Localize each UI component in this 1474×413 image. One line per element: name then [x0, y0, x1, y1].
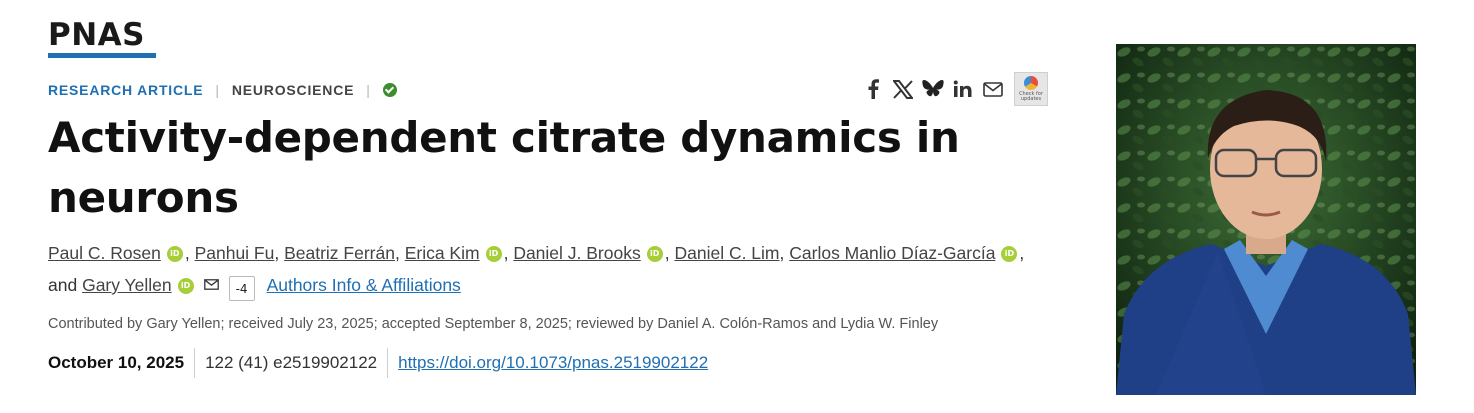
author-link[interactable]: Daniel C. Lim — [674, 243, 779, 263]
linkedin-icon[interactable] — [952, 78, 974, 100]
divider — [387, 348, 389, 378]
author-list: Paul C. Rosen iD, Panhui Fu, Beatriz Ferr… — [48, 238, 1058, 301]
logo-underline — [48, 53, 156, 58]
citation: 122 (41) e2519902122 — [205, 353, 378, 372]
more-authors-badge[interactable]: -4 — [228, 276, 255, 301]
author-link[interactable]: Erica Kim — [405, 243, 480, 263]
check-for-updates-icon — [1024, 76, 1038, 90]
article-meta: RESEARCH ARTICLE | NEUROSCIENCE | — [48, 82, 397, 98]
contribution-statement: Contributed by Gary Yellen; received Jul… — [48, 316, 939, 332]
article-title: Activity-dependent citrate dynamics in n… — [48, 113, 960, 222]
author-link[interactable]: Panhui Fu — [195, 243, 275, 263]
orcid-icon[interactable]: iD — [485, 246, 502, 262]
check-for-updates-label: Check for updates — [1019, 91, 1043, 102]
orcid-icon[interactable]: iD — [177, 278, 194, 294]
authors-affiliations-link[interactable]: Authors Info & Affiliations — [267, 275, 461, 295]
divider — [194, 348, 196, 378]
article-type-link[interactable]: RESEARCH ARTICLE — [48, 82, 203, 98]
journal-logo[interactable]: PNAS — [48, 20, 156, 58]
author-link[interactable]: Gary Yellen — [82, 275, 172, 295]
author-connector: and — [48, 275, 78, 295]
share-bar: Check for updates — [862, 72, 1048, 106]
publication-info: October 10, 2025 122 (41) e2519902122 ht… — [48, 348, 708, 378]
author-link[interactable]: Paul C. Rosen — [48, 243, 161, 263]
author-link[interactable]: Carlos Manlio Díaz-García — [789, 243, 995, 263]
meta-separator: | — [215, 82, 220, 98]
orcid-icon[interactable]: iD — [1001, 246, 1018, 262]
author-photo — [1116, 44, 1416, 395]
facebook-icon[interactable] — [862, 78, 884, 100]
x-icon[interactable] — [892, 78, 914, 100]
orcid-icon[interactable]: iD — [646, 246, 663, 262]
author-link[interactable]: Daniel J. Brooks — [513, 243, 640, 263]
author-link[interactable]: Beatriz Ferrán — [284, 243, 395, 263]
corresponding-author-email-icon[interactable] — [203, 269, 219, 300]
orcid-icon[interactable]: iD — [166, 246, 183, 262]
doi-link[interactable]: https://doi.org/10.1073/pnas.2519902122 — [398, 353, 708, 373]
publication-date: October 10, 2025 — [48, 353, 185, 372]
logo-text: PNAS — [48, 17, 145, 53]
email-icon[interactable] — [982, 78, 1004, 100]
open-access-check-icon — [382, 83, 397, 97]
section-link[interactable]: NEUROSCIENCE — [232, 82, 354, 98]
check-for-updates-button[interactable]: Check for updates — [1014, 72, 1048, 106]
bluesky-icon[interactable] — [922, 78, 944, 100]
meta-separator: | — [366, 82, 371, 98]
